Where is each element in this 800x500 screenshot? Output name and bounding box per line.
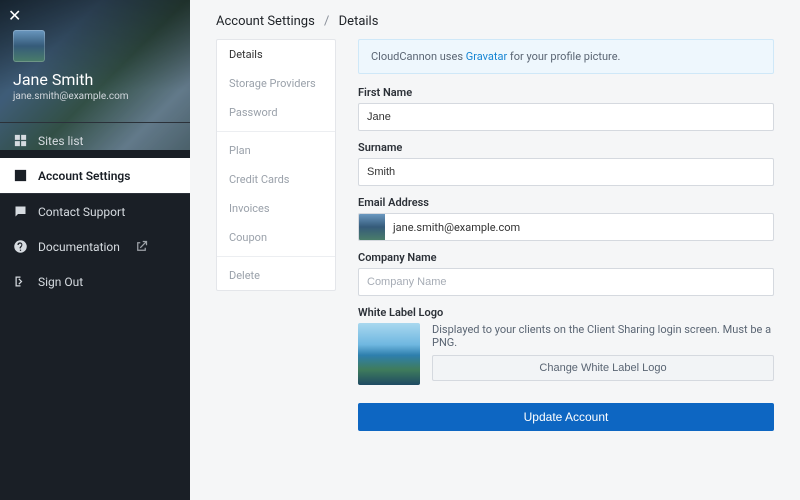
subnav-item-plan[interactable]: Plan [217,136,335,165]
company-input[interactable] [358,268,774,296]
settings-subnav: Details Storage Providers Password Plan … [216,39,336,291]
sidebar-item-label: Account Settings [38,169,130,183]
company-label: Company Name [358,251,774,264]
chat-icon [13,204,28,219]
gravatar-link[interactable]: Gravatar [466,50,507,63]
sidebar-item-label: Contact Support [38,205,125,219]
sidebar-item-label: Sites list [38,134,83,148]
email-value: jane.smith@example.com [385,214,773,240]
grid-icon [13,133,28,148]
breadcrumb: Account Settings / Details [190,0,800,39]
subnav-item-invoices[interactable]: Invoices [217,194,335,223]
main: Account Settings / Details Details Stora… [190,0,800,500]
subnav-item-credit-cards[interactable]: Credit Cards [217,165,335,194]
subnav-item-password[interactable]: Password [217,98,335,127]
logo-label: White Label Logo [358,306,774,319]
breadcrumb-sep: / [318,14,335,29]
breadcrumb-leaf: Details [339,14,379,29]
surname-input[interactable] [358,158,774,186]
external-link-icon [134,239,149,254]
sidebar: ✕ Jane Smith jane.smith@example.com Site… [0,0,190,500]
change-logo-button[interactable]: Change White Label Logo [432,355,774,381]
update-account-button[interactable]: Update Account [358,403,774,431]
surname-label: Surname [358,141,774,154]
subnav-item-storage-providers[interactable]: Storage Providers [217,69,335,98]
sidebar-item-contact-support[interactable]: Contact Support [0,194,190,229]
sidebar-item-documentation[interactable]: Documentation [0,229,190,264]
sidebar-item-sign-out[interactable]: Sign Out [0,264,190,299]
first-name-input[interactable] [358,103,774,131]
gravatar-notice: CloudCannon uses Gravatar for your profi… [358,39,774,74]
sidebar-item-label: Sign Out [38,275,83,289]
subnav-item-details[interactable]: Details [217,40,335,69]
email-label: Email Address [358,196,774,209]
breadcrumb-root: Account Settings [216,14,315,29]
user-box-icon [13,168,28,183]
sidebar-item-account-settings[interactable]: Account Settings [0,158,190,193]
first-name-label: First Name [358,86,774,99]
details-panel: CloudCannon uses Gravatar for your profi… [358,39,774,474]
sidebar-nav: Sites list Account Settings Contact Supp… [0,122,190,299]
user-info: Jane Smith jane.smith@example.com [0,0,190,114]
email-row: jane.smith@example.com [358,213,774,241]
user-name: Jane Smith [13,70,177,89]
white-label-logo-thumb [358,323,420,385]
signout-icon [13,274,28,289]
sidebar-item-sites-list[interactable]: Sites list [0,123,190,158]
subnav-item-coupon[interactable]: Coupon [217,223,335,252]
user-email: jane.smith@example.com [13,91,177,102]
email-avatar [359,214,385,240]
logo-hint: Displayed to your clients on the Client … [432,323,774,349]
help-icon [13,239,28,254]
subnav-item-delete[interactable]: Delete [217,261,335,290]
sidebar-item-label: Documentation [38,240,120,254]
